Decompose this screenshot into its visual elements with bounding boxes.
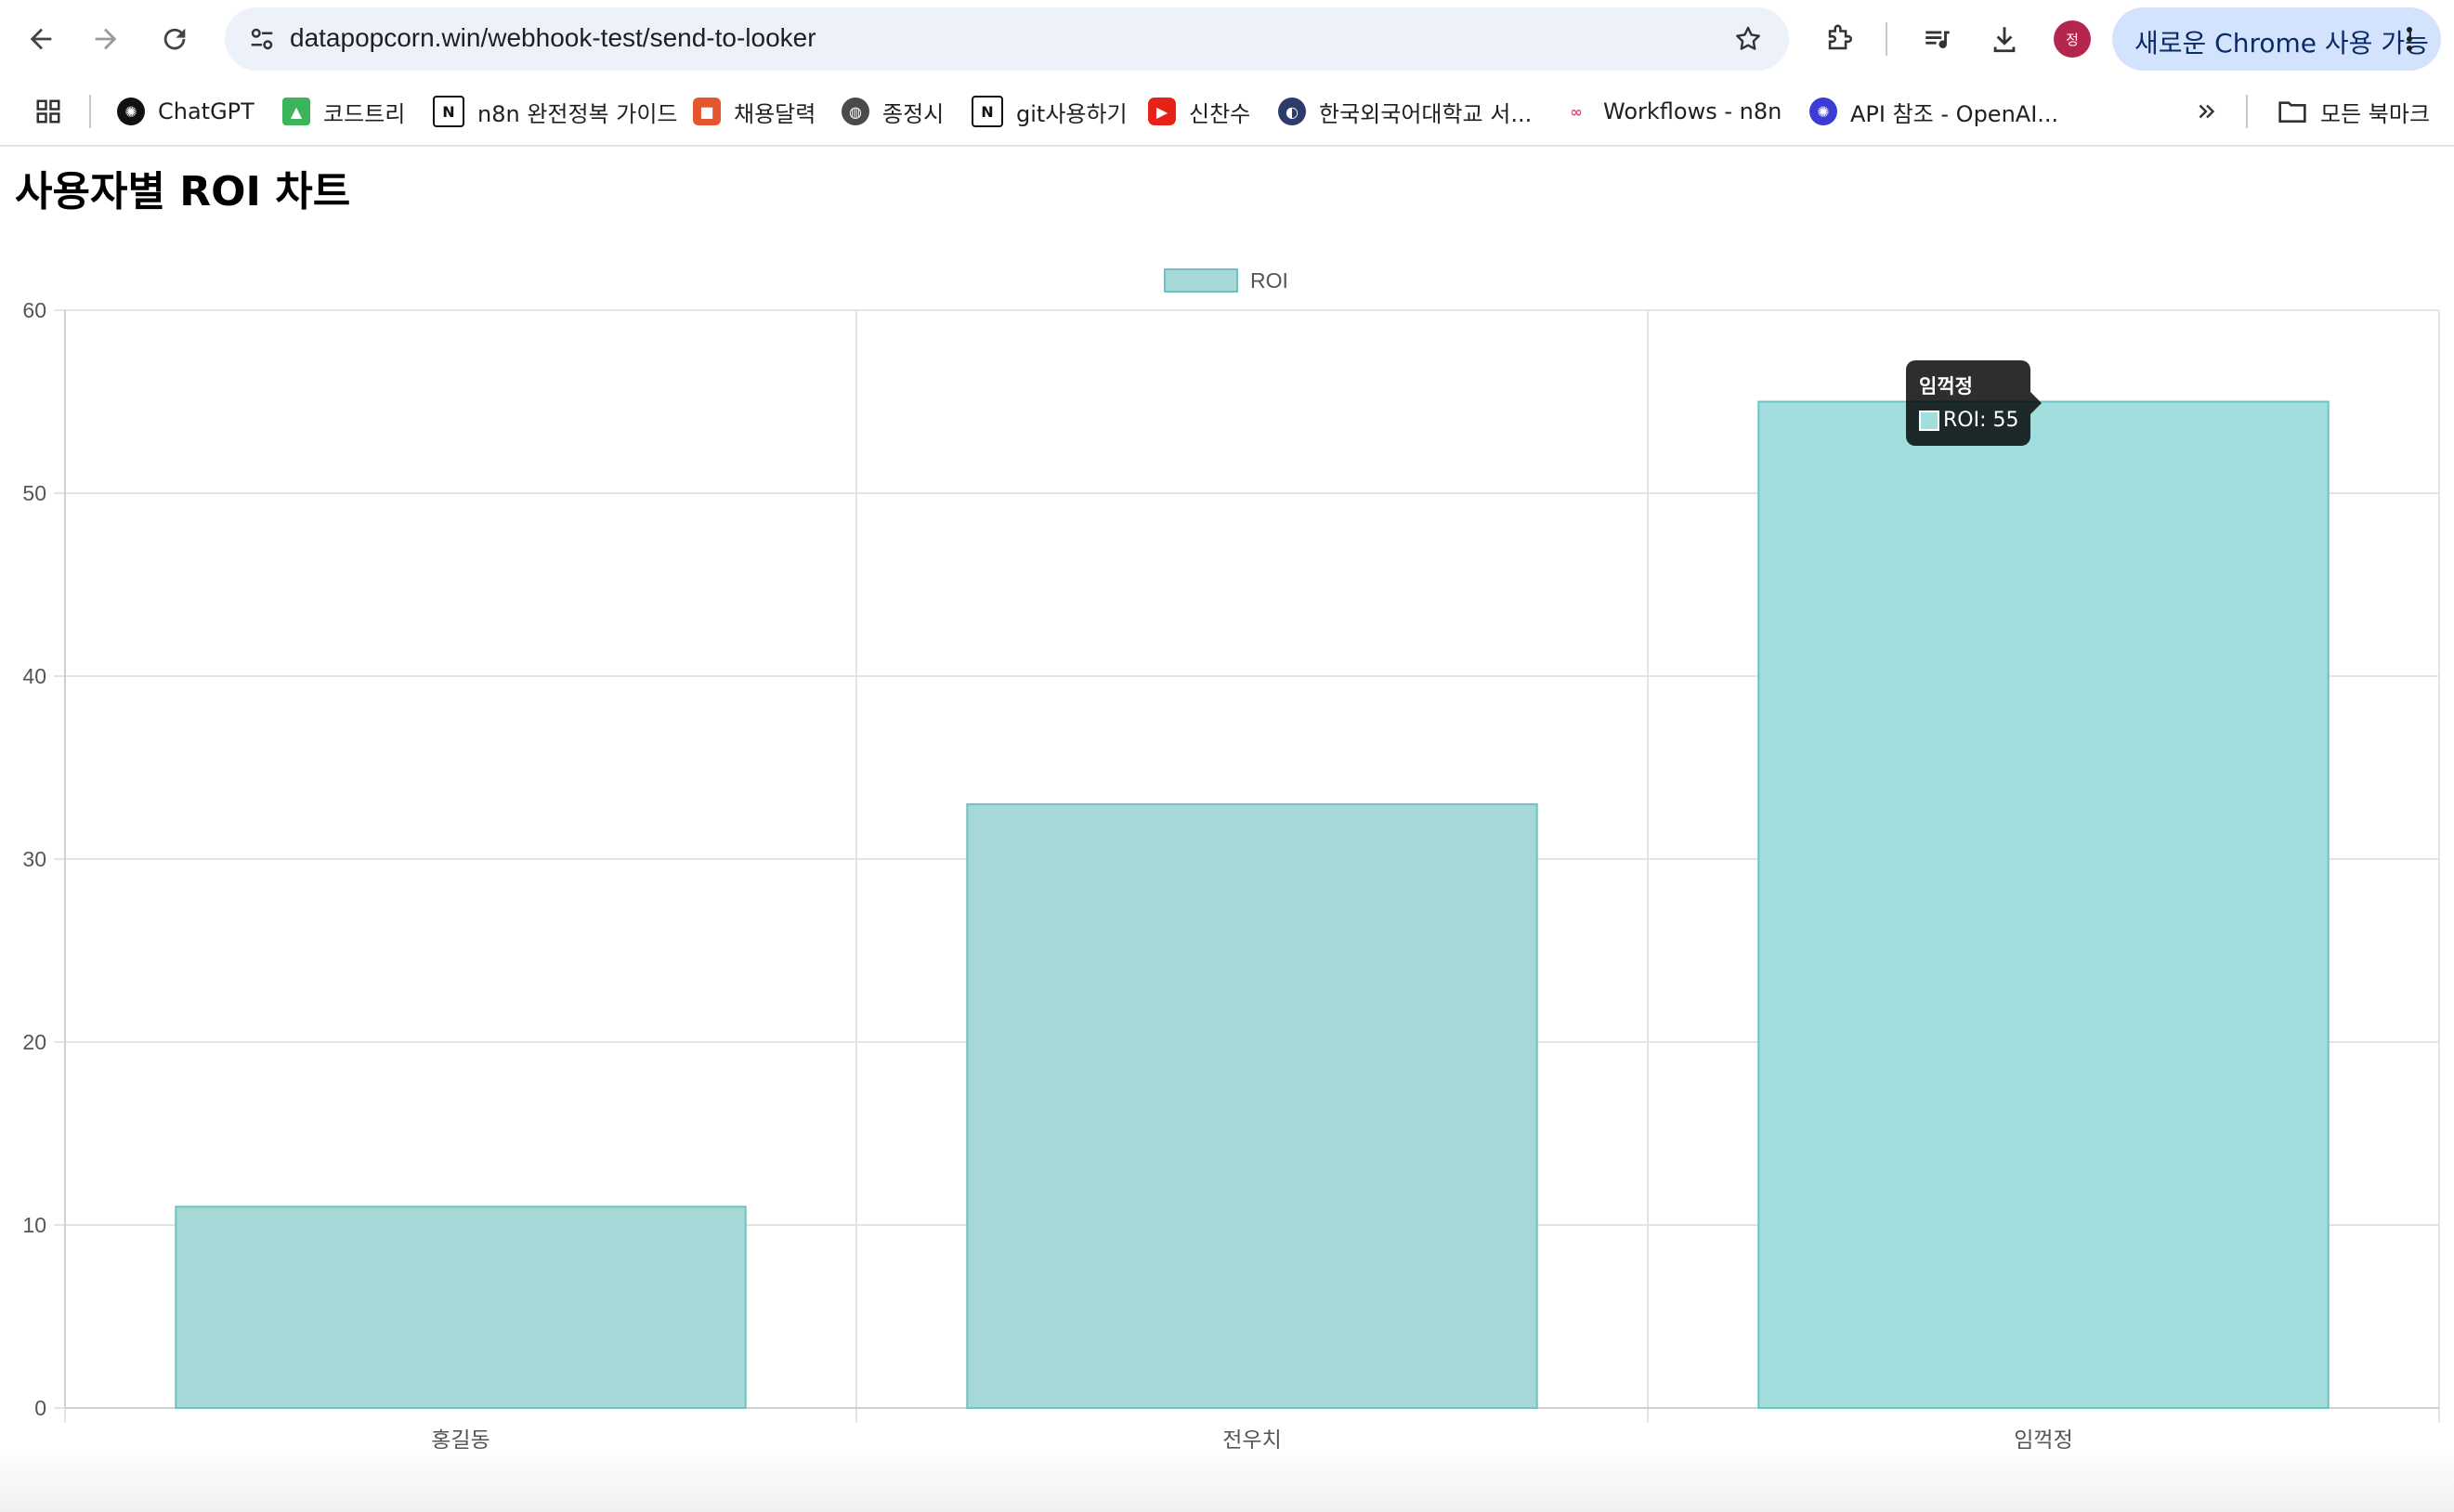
y-tick-label: 50 xyxy=(22,481,46,505)
profile-avatar[interactable]: 정 xyxy=(2054,20,2091,58)
chrome-update-button[interactable]: 새로운 Chrome 사용 가능 xyxy=(2112,7,2441,71)
x-tick-label: 임꺽정 xyxy=(2014,1428,2072,1449)
bar xyxy=(175,1206,747,1410)
y-tick-label: 60 xyxy=(22,298,46,322)
bookmark-shinchansu[interactable]: ▶ 신찬수 xyxy=(1148,89,1250,134)
address-bar[interactable]: datapopcorn.win/webhook-test/send-to-loo… xyxy=(225,7,1789,71)
tooltip-row: ROI: 55 xyxy=(1919,409,2019,432)
bookmarks-separator xyxy=(89,95,91,128)
bookmark-label: 채용달력 xyxy=(734,100,816,127)
chart-tooltip: 임꺽정 ROI: 55 xyxy=(1906,360,2030,446)
y-tick-label: 0 xyxy=(34,1396,46,1420)
notion-icon: N xyxy=(433,96,464,127)
tooltip-title: 임꺽정 xyxy=(1919,375,1973,398)
browser-toolbar: datapopcorn.win/webhook-test/send-to-loo… xyxy=(0,0,2454,78)
chatgpt-icon: ✺ xyxy=(117,98,145,125)
bookmark-label: 신찬수 xyxy=(1189,100,1251,127)
back-arrow-icon xyxy=(30,28,52,50)
reload-icon xyxy=(163,28,186,50)
url-text[interactable]: datapopcorn.win/webhook-test/send-to-loo… xyxy=(290,23,816,53)
youtube-icon: ▶ xyxy=(1148,98,1176,125)
bookmark-label: Workflows - n8n xyxy=(1603,98,1782,124)
x-tick-label: 홍길동 xyxy=(431,1428,489,1449)
bookmark-n8n-workflows[interactable]: ∞ Workflows - n8n xyxy=(1562,89,1782,134)
university-icon: ◐ xyxy=(1278,98,1306,125)
tooltip-value: ROI: 55 xyxy=(1943,409,2019,432)
forward-arrow-icon xyxy=(95,28,117,50)
bookmark-label: 종정시 xyxy=(882,100,945,127)
bookmark-label: 코드트리 xyxy=(323,100,406,127)
download-icon xyxy=(1993,27,2016,53)
calendar-icon: ■ xyxy=(693,98,721,125)
queue-music-icon xyxy=(1925,31,1950,48)
site-info-icon[interactable] xyxy=(241,19,282,59)
bookmark-chatgpt[interactable]: ✺ ChatGPT xyxy=(117,89,255,134)
media-controls-button[interactable] xyxy=(1912,13,1964,65)
bookmark-label: n8n 완전정복 가이드 xyxy=(477,100,678,127)
puzzle-icon xyxy=(1828,24,1852,50)
tooltip-swatch xyxy=(1919,410,1939,431)
bookmark-jongjeongsi[interactable]: ◍ 종정시 xyxy=(842,89,944,134)
back-button[interactable] xyxy=(15,13,67,65)
bookmarks-bar: ✺ ChatGPT ▲ 코드트리 N n8n 완전정복 가이드 ■ 채용달력 ◍… xyxy=(0,78,2454,147)
bookmark-label: git사용하기 xyxy=(1016,100,1128,127)
y-tick-label: 40 xyxy=(22,664,46,688)
bookmark-label: API 참조 - OpenAI... xyxy=(1850,100,2059,127)
more-bookmarks-chevron-icon[interactable] xyxy=(2188,93,2226,130)
codetree-icon: ▲ xyxy=(282,98,310,125)
bookmarks-separator xyxy=(2246,95,2248,128)
reload-button[interactable] xyxy=(149,13,201,65)
legend-label: ROI xyxy=(1250,268,1288,293)
all-bookmarks-folder[interactable]: 모든 북마크 xyxy=(2278,89,2430,134)
bookmark-git-guide[interactable]: N git사용하기 xyxy=(972,89,1128,134)
openai-icon: ✺ xyxy=(1809,98,1837,125)
all-bookmarks-label: 모든 북마크 xyxy=(2320,100,2431,127)
downloads-button[interactable] xyxy=(1978,13,2030,65)
bookmark-codetree[interactable]: ▲ 코드트리 xyxy=(282,89,405,134)
bookmark-star-icon[interactable] xyxy=(1728,19,1769,59)
chrome-update-label: 새로운 Chrome 사용 가능 xyxy=(2134,28,2429,59)
globe-icon: ◍ xyxy=(842,98,869,125)
bookmark-n8n-guide[interactable]: N n8n 완전정복 가이드 xyxy=(433,89,678,134)
bookmark-label: ChatGPT xyxy=(158,98,255,124)
roi-bar-chart: 0 10 20 30 40 50 60 홍길동 전우치 임꺽정 ROI xyxy=(22,268,2440,1449)
y-tick-label: 20 xyxy=(22,1030,46,1054)
bottom-shadow xyxy=(0,1449,2454,1512)
x-tick-label: 전우치 xyxy=(1222,1428,1281,1449)
extensions-button[interactable] xyxy=(1813,13,1865,65)
apps-grid-icon[interactable] xyxy=(30,93,67,130)
bookmark-label: 한국외국어대학교 서... xyxy=(1319,100,1533,127)
n8n-icon: ∞ xyxy=(1562,98,1590,125)
bookmark-job-calendar[interactable]: ■ 채용달력 xyxy=(693,89,816,134)
notion-icon: N xyxy=(972,96,1003,127)
folder-icon xyxy=(2278,98,2307,124)
y-tick-label: 30 xyxy=(22,847,46,871)
bar xyxy=(1757,400,2330,1409)
forward-button[interactable] xyxy=(80,13,132,65)
bookmark-hufs[interactable]: ◐ 한국외국어대학교 서... xyxy=(1278,89,1532,134)
bookmark-openai-api[interactable]: ✺ API 참조 - OpenAI... xyxy=(1809,89,2058,134)
y-tick-label: 10 xyxy=(22,1213,46,1237)
bar xyxy=(966,802,1538,1409)
toolbar-divider xyxy=(1886,22,1887,56)
page-title: 사용자별 ROI 차트 xyxy=(15,168,351,215)
kebab-menu-icon[interactable] xyxy=(2391,20,2428,58)
tooltip-arrow xyxy=(2030,392,2042,414)
legend-swatch xyxy=(1164,268,1238,293)
